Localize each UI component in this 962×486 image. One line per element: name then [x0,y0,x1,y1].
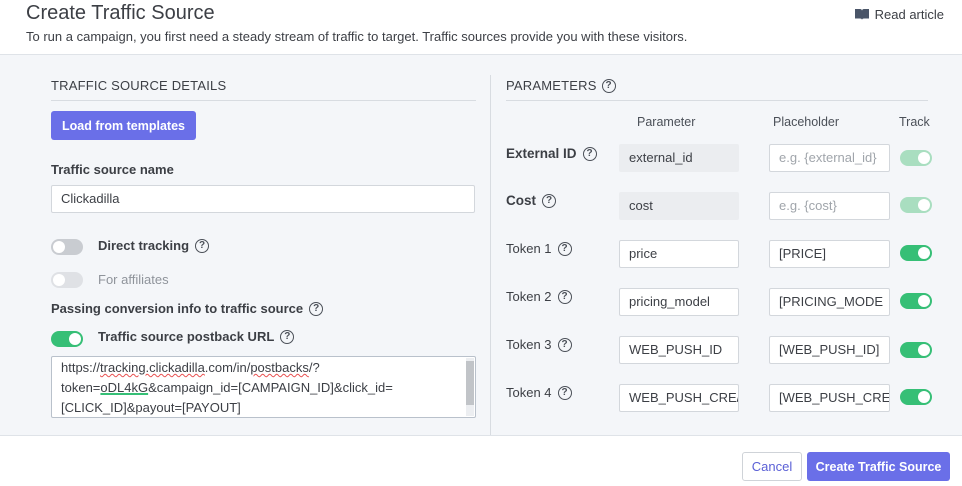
parameters-divider [506,100,928,101]
param-row-label: Token 3 ? [506,337,572,352]
traffic-source-details: TRAFFIC SOURCE DETAILS Load from templat… [51,55,476,435]
read-article-link[interactable]: Read article [854,7,944,22]
help-icon[interactable]: ? [557,337,572,352]
placeholder-input[interactable]: [PRICING_MODE [769,288,890,316]
help-icon[interactable]: ? [195,238,210,253]
direct-tracking-label: Direct tracking ? [98,238,210,253]
column-divider [490,75,491,435]
help-icon[interactable]: ? [542,193,556,208]
placeholder-input[interactable]: [PRICE] [769,240,890,268]
help-icon[interactable]: ? [557,241,572,256]
param-row-label: Token 2 ? [506,289,572,304]
help-icon[interactable]: ? [557,385,572,400]
track-toggle[interactable] [900,293,932,309]
passing-conversion-label: Passing conversion info to traffic sourc… [51,301,324,316]
col-track-header: Track [899,115,930,129]
param-input[interactable]: pricing_model [619,288,739,316]
placeholder-input[interactable]: e.g. {cost} [769,192,890,220]
col-parameter-header: Parameter [637,115,696,129]
direct-tracking-toggle[interactable] [51,239,83,255]
param-label-text: Token 3 [506,337,552,352]
help-icon[interactable]: ? [582,146,597,161]
for-affiliates-label: For affiliates [98,272,169,287]
postback-url-part: .com/in/ [204,360,251,375]
load-from-templates-button[interactable]: Load from templates [51,111,196,140]
param-input[interactable]: WEB_PUSH_ID [619,336,739,364]
param-row-label: Token 1 ? [506,241,572,256]
book-icon [854,9,869,20]
track-toggle[interactable] [900,342,932,358]
passing-conversion-text: Passing conversion info to traffic sourc… [51,301,304,316]
param-row-label: Cost ? [506,193,556,208]
param-label-text: Token 1 [506,241,552,256]
param-row-label: Token 4 ? [506,385,572,400]
postback-url-part: postbacks [250,360,309,375]
param-input: external_id [619,144,739,172]
help-icon[interactable]: ? [309,301,324,316]
postback-url-part: token= [61,380,101,395]
page-title: Create Traffic Source [26,2,215,24]
modal-footer: Cancel Create Traffic Source [0,437,962,486]
postback-url-part: https:// [61,360,101,375]
cancel-button[interactable]: Cancel [742,452,802,481]
param-input[interactable]: price [619,240,739,268]
postback-url-part: /? [308,360,320,375]
form-body: TRAFFIC SOURCE DETAILS Load from templat… [0,54,962,436]
parameters-section-title: PARAMETERS ? [506,78,616,93]
help-icon[interactable]: ? [557,289,572,304]
postback-url-part: tracking.clickadilla [100,360,205,375]
param-label-text: External ID [506,146,577,161]
postback-url-token: oDL4kG [100,380,149,395]
details-section-title: TRAFFIC SOURCE DETAILS [51,78,227,93]
postback-url-part: [CLICK_ID]&payout=[PAYOUT] [61,400,241,415]
param-label-text: Token 2 [506,289,552,304]
page-subtitle: To run a campaign, you first need a stea… [26,29,688,44]
create-traffic-source-button[interactable]: Create Traffic Source [807,452,950,481]
direct-tracking-text: Direct tracking [98,238,190,253]
help-icon[interactable]: ? [601,78,616,93]
read-article-label: Read article [874,7,944,22]
param-row-label: External ID ? [506,146,597,161]
postback-url-label: Traffic source postback URL ? [98,329,295,344]
track-toggle[interactable] [900,389,932,405]
track-toggle [900,150,932,166]
param-input: cost [619,192,739,220]
col-placeholder-header: Placeholder [773,115,840,129]
param-label-text: Cost [506,193,536,208]
postback-url-text: Traffic source postback URL [98,329,275,344]
param-input[interactable]: WEB_PUSH_CRE/ [619,384,739,412]
page-header: Create Traffic Source To run a campaign,… [0,0,962,54]
postback-url-textarea[interactable]: https://tracking.clickadilla.com/in/post… [51,356,476,418]
details-divider [51,100,476,101]
track-toggle[interactable] [900,245,932,261]
textarea-scrollbar-thumb[interactable] [466,361,474,405]
track-toggle [900,197,932,213]
for-affiliates-toggle [51,272,83,288]
param-label-text: Token 4 [506,385,552,400]
placeholder-input[interactable]: [WEB_PUSH_CRE [769,384,890,412]
traffic-source-name-input[interactable]: Clickadilla [51,185,475,213]
placeholder-input[interactable]: [WEB_PUSH_ID] [769,336,890,364]
parameters-panel: PARAMETERS ? Parameter Placeholder Track… [506,55,936,435]
parameters-title-text: PARAMETERS [506,78,597,93]
postback-toggle[interactable] [51,331,83,347]
help-icon[interactable]: ? [280,329,295,344]
postback-url-part: &campaign_id=[CAMPAIGN_ID]&click_id= [148,380,393,395]
placeholder-input[interactable]: e.g. {external_id} [769,144,890,172]
name-label: Traffic source name [51,162,174,177]
